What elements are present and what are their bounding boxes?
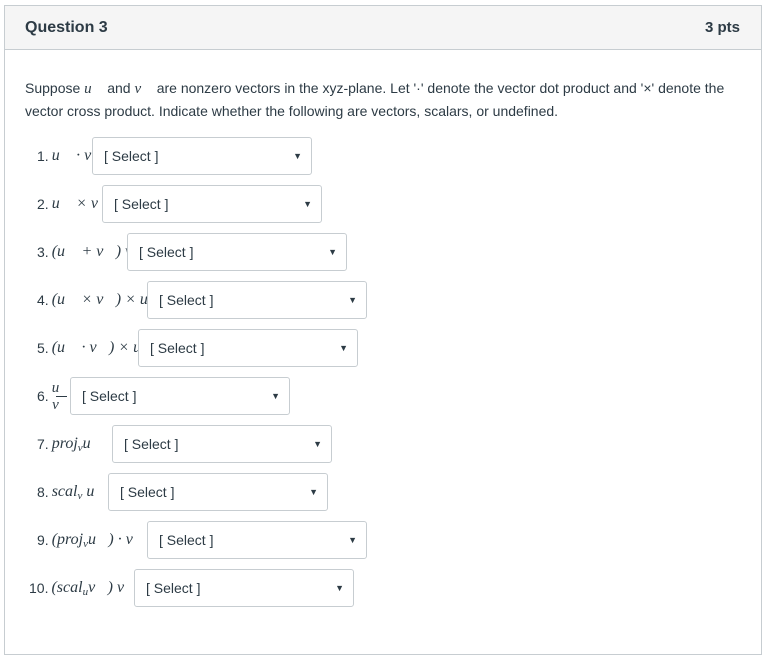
list-item: 10. (scaluv⃗) v⃗ [ Select ] ▼ <box>25 564 743 612</box>
chevron-down-icon: ▼ <box>293 151 302 161</box>
list-item: 7. projvu⃗ [ Select ] ▼ <box>25 420 743 468</box>
expr-text: proj <box>51 434 78 452</box>
item-number: 9. <box>37 532 49 548</box>
item-number: 2. <box>37 196 49 212</box>
expr-text: scal <box>51 482 78 500</box>
select-value: [ Select ] <box>139 244 194 260</box>
list-item: 4. (u⃗ × v⃗) × u⃗ [ Select ] ▼ <box>25 276 743 324</box>
question-card: Question 3 3 pts Suppose u⃗ and v⃗ are n… <box>4 5 762 655</box>
intro-text-2: and <box>103 80 135 96</box>
expr-text: u⃗) · v⃗ <box>87 530 146 548</box>
answer-select[interactable]: [ Select ] ▼ <box>102 185 322 223</box>
list-item: 9. (projvu⃗) · v⃗ [ Select ] ▼ <box>25 516 743 564</box>
item-expression: (scaluv⃗) v⃗ <box>51 579 136 598</box>
expr-text: u⃗ <box>82 482 107 500</box>
question-body: Suppose u⃗ and v⃗ are nonzero vectors in… <box>5 50 761 612</box>
answer-select[interactable]: [ Select ] ▼ <box>127 233 347 271</box>
chevron-down-icon: ▼ <box>313 439 322 449</box>
question-header: Question 3 3 pts <box>5 6 761 50</box>
list-item: 2. u⃗ × v⃗ [ Select ] ▼ <box>25 180 743 228</box>
select-value: [ Select ] <box>124 436 179 452</box>
item-expression: u⃗ v⃗ <box>52 380 71 413</box>
intro-text-1: Suppose <box>25 80 85 96</box>
item-expression: (projvu⃗) · v⃗ <box>52 531 146 550</box>
list-item: 3. (u⃗ + v⃗) v⃗ [ Select ] ▼ <box>25 228 743 276</box>
select-value: [ Select ] <box>159 292 214 308</box>
item-number: 10. <box>29 580 49 596</box>
vector-u: u⃗ <box>84 81 104 97</box>
item-expression: (u⃗ × v⃗) × u⃗ <box>51 291 161 308</box>
item-number: 7. <box>37 436 49 452</box>
chevron-down-icon: ▼ <box>271 391 280 401</box>
chevron-down-icon: ▼ <box>303 199 312 209</box>
select-value: [ Select ] <box>114 196 169 212</box>
chevron-down-icon: ▼ <box>348 295 357 305</box>
answer-select[interactable]: [ Select ] ▼ <box>70 377 290 415</box>
fraction-numerator: u⃗ <box>51 379 71 396</box>
question-text: Suppose u⃗ and v⃗ are nonzero vectors in… <box>25 77 737 122</box>
answer-select[interactable]: [ Select ] ▼ <box>147 521 367 559</box>
item-number: 3. <box>37 244 49 260</box>
item-number: 5. <box>37 340 49 356</box>
fraction-denominator: v⃗ <box>52 396 71 413</box>
select-value: [ Select ] <box>150 340 205 356</box>
list-item: 8. scalv u⃗ [ Select ] ▼ <box>25 468 743 516</box>
answer-select[interactable]: [ Select ] ▼ <box>138 329 358 367</box>
question-title: Question 3 <box>25 18 108 36</box>
answer-select[interactable]: [ Select ] ▼ <box>108 473 328 511</box>
item-number: 1. <box>37 148 49 164</box>
answer-list: 1. u⃗ · v⃗ [ Select ] ▼ 2. u⃗ × v⃗ [ Sel… <box>25 132 743 612</box>
list-item: 1. u⃗ · v⃗ [ Select ] ▼ <box>25 132 743 180</box>
answer-select[interactable]: [ Select ] ▼ <box>92 137 312 175</box>
select-value: [ Select ] <box>82 388 137 404</box>
chevron-down-icon: ▼ <box>339 343 348 353</box>
chevron-down-icon: ▼ <box>309 487 318 497</box>
expr-text: (scal <box>51 578 83 596</box>
answer-select[interactable]: [ Select ] ▼ <box>147 281 367 319</box>
item-number: 4. <box>37 292 49 308</box>
expr-text: (proj <box>51 530 84 548</box>
select-value: [ Select ] <box>104 148 159 164</box>
list-item: 5. (u⃗ · v⃗) × u⃗ [ Select ] ▼ <box>25 324 743 372</box>
question-points: 3 pts <box>704 19 740 36</box>
item-number: 8. <box>37 484 49 500</box>
expr-text: u⃗ <box>82 434 104 452</box>
vector-v: v⃗ <box>134 81 153 97</box>
item-expression: scalv u⃗ <box>52 483 107 502</box>
chevron-down-icon: ▼ <box>328 247 337 257</box>
chevron-down-icon: ▼ <box>335 583 344 593</box>
select-value: [ Select ] <box>159 532 214 548</box>
expr-text: v⃗) v⃗ <box>88 578 137 596</box>
select-value: [ Select ] <box>120 484 175 500</box>
select-value: [ Select ] <box>146 580 201 596</box>
answer-select[interactable]: [ Select ] ▼ <box>112 425 332 463</box>
item-number: 6. <box>37 388 49 404</box>
answer-select[interactable]: [ Select ] ▼ <box>134 569 354 607</box>
item-expression: projvu⃗ <box>52 435 103 454</box>
list-item: 6. u⃗ v⃗ [ Select ] ▼ <box>25 372 743 420</box>
chevron-down-icon: ▼ <box>348 535 357 545</box>
